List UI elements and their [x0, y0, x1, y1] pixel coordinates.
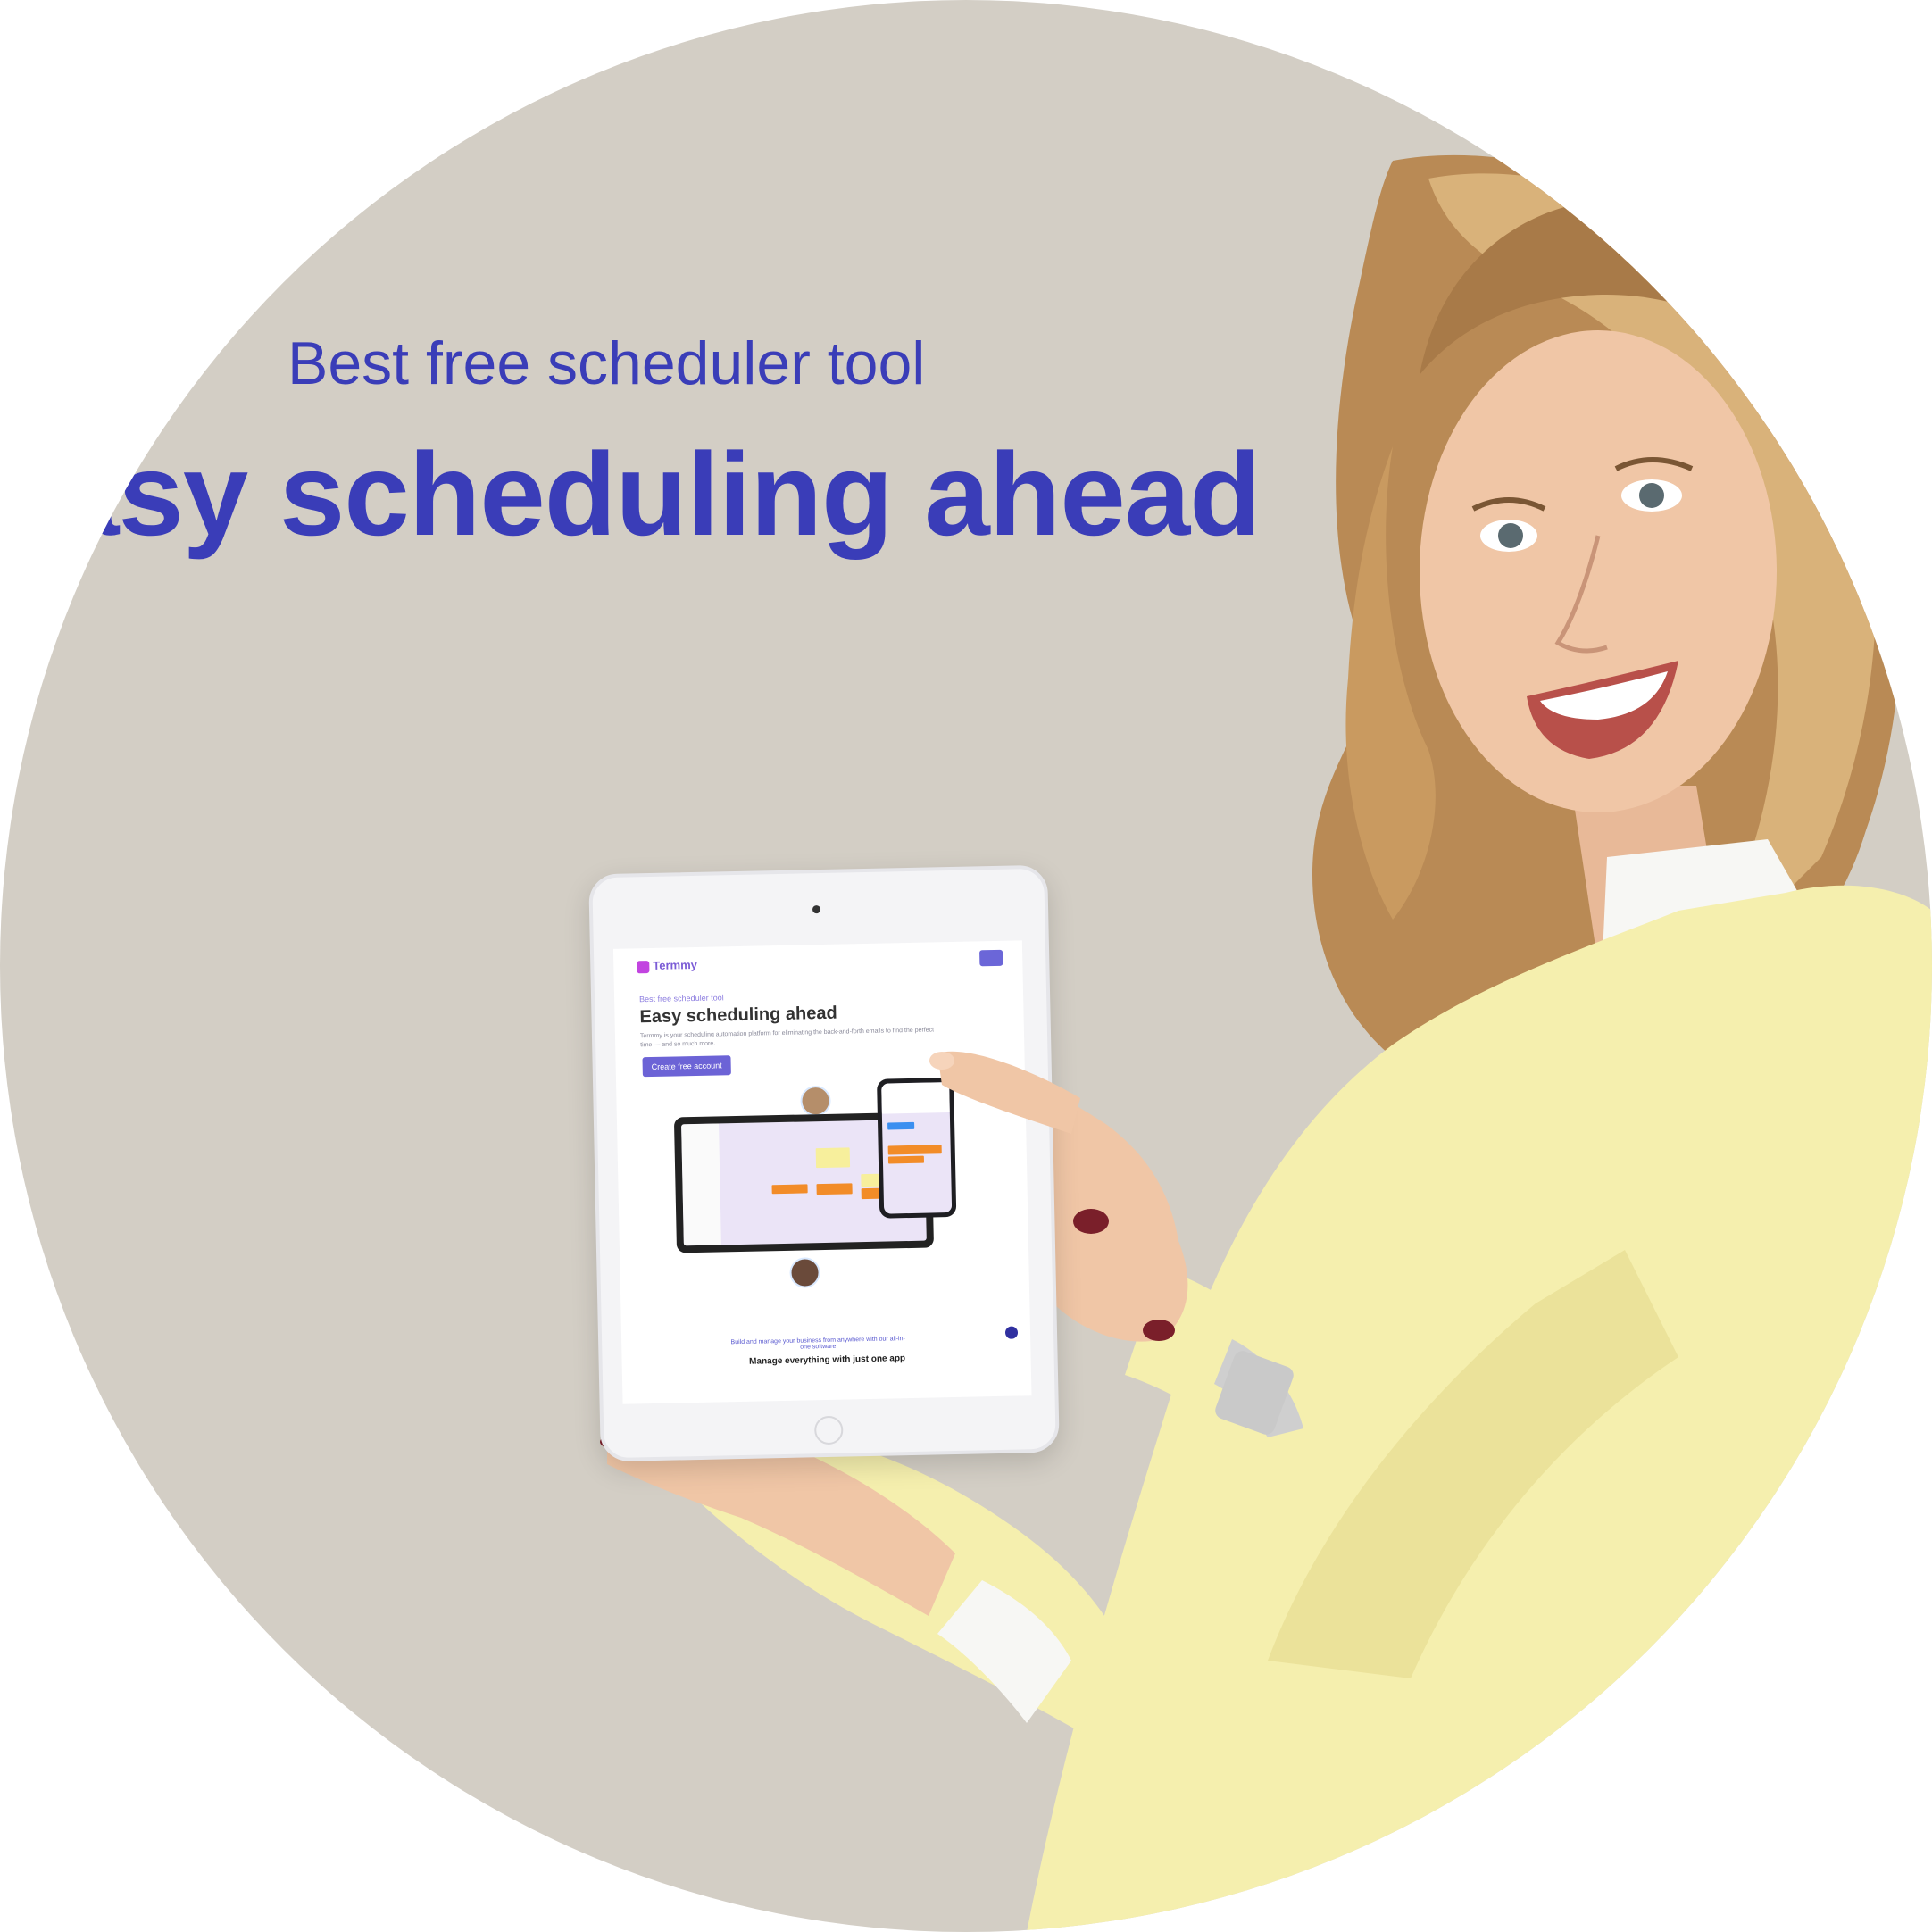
brand-name: Termmy [653, 957, 698, 972]
photo-circle: Best free scheduler tool asy scheduling … [0, 0, 1932, 1932]
hero-headline: asy scheduling ahead [54, 429, 1262, 560]
menu-button[interactable] [979, 949, 1003, 967]
screen-title: Easy scheduling ahead [639, 1003, 837, 1028]
calendar-event [816, 1183, 853, 1195]
calendar-event [771, 1184, 808, 1195]
tablet-camera [812, 905, 821, 914]
tablet-screen: Termmy Best free scheduler tool Easy sch… [612, 940, 1032, 1404]
calendar-event [887, 1145, 942, 1155]
manage-title: Manage everything with just one app [749, 1353, 906, 1367]
calendar-icon [637, 960, 650, 973]
calendar-event [881, 1082, 950, 1114]
phone-mockup [877, 1077, 957, 1219]
create-account-button[interactable]: Create free account [642, 1055, 731, 1078]
calendar-event [681, 1123, 721, 1246]
calendar-event [861, 1173, 879, 1187]
screen-description: Termmy is your scheduling automation pla… [639, 1027, 935, 1049]
screen-subtitle: Best free scheduler tool [639, 993, 724, 1004]
calendar-event [887, 1155, 925, 1164]
scroll-top-button[interactable] [1004, 1326, 1019, 1339]
avatar [789, 1257, 820, 1288]
calendar-event [815, 1147, 851, 1169]
manage-subtitle: Build and manage your business from anyw… [730, 1336, 905, 1351]
phone-calendar [881, 1082, 953, 1214]
avatar [800, 1085, 831, 1117]
hero-tagline: Best free scheduler tool [287, 329, 926, 397]
home-button [813, 1415, 844, 1445]
calendar-event [887, 1121, 915, 1130]
brand-logo[interactable]: Termmy [637, 958, 697, 973]
tablet-device: Termmy Best free scheduler tool Easy sch… [588, 864, 1060, 1462]
